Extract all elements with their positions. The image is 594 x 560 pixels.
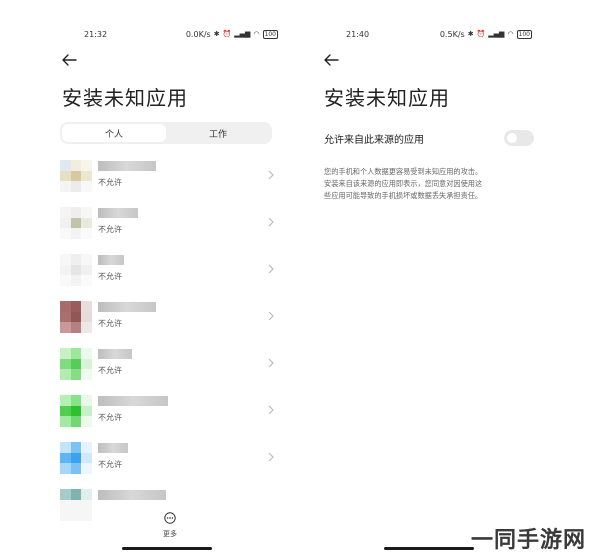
right-screen: 21:40 0.5K/s ✱ ⏰ ▂▄▆ ◠ 100 安装未知应用 允许来自此来… bbox=[312, 22, 544, 552]
chevron-right-icon bbox=[268, 452, 274, 462]
app-name-redacted bbox=[98, 396, 168, 406]
app-name-redacted bbox=[98, 349, 132, 359]
toggle-knob bbox=[507, 133, 517, 143]
app-permission-status: 不允许 bbox=[98, 319, 122, 328]
more-icon bbox=[164, 512, 176, 524]
allow-source-row[interactable]: 允许来自此来源的应用 bbox=[324, 126, 534, 150]
watermark-logo: 一同手游网 bbox=[470, 528, 586, 553]
app-permission-status: 不允许 bbox=[98, 272, 122, 281]
app-list-item[interactable]: 不允许 bbox=[60, 438, 276, 485]
wifi-icon: ◠ bbox=[507, 30, 514, 38]
app-name-redacted bbox=[98, 208, 138, 218]
app-icon bbox=[60, 207, 92, 239]
back-arrow-icon[interactable] bbox=[322, 52, 340, 68]
app-icon bbox=[60, 254, 92, 286]
more-label: 更多 bbox=[163, 530, 177, 538]
app-permission-status: 不允许 bbox=[98, 225, 122, 234]
battery-icon: 100 bbox=[516, 30, 532, 39]
app-name-redacted bbox=[98, 490, 166, 500]
app-name-redacted bbox=[98, 161, 156, 171]
left-screen: 21:32 0.0K/s ✱ ⏰ ▂▄▆ ◠ 100 安装未知应用 个人 工作 … bbox=[50, 22, 290, 552]
app-name-redacted bbox=[98, 302, 156, 312]
home-indicator[interactable] bbox=[384, 547, 474, 550]
app-icon bbox=[60, 301, 92, 333]
status-time: 21:40 bbox=[346, 30, 370, 39]
chevron-right-icon bbox=[268, 170, 274, 180]
app-icon bbox=[60, 489, 92, 521]
page-title: 安装未知应用 bbox=[324, 86, 450, 110]
net-speed: 0.5K/s bbox=[439, 30, 465, 39]
tab-personal[interactable]: 个人 bbox=[62, 124, 166, 142]
chevron-right-icon bbox=[268, 405, 274, 415]
app-list-item[interactable]: 不允许 bbox=[60, 344, 276, 391]
alarm-icon: ⏰ bbox=[476, 30, 486, 38]
app-list-item[interactable]: 不允许 bbox=[60, 297, 276, 344]
chevron-right-icon bbox=[268, 217, 274, 227]
warning-description: 您的手机和个人数据更容易受到未知应用的攻击。 安装来自该来源的应用即表示，您同意… bbox=[324, 166, 534, 202]
home-indicator[interactable] bbox=[122, 547, 212, 550]
bluetooth-icon: ✱ bbox=[467, 30, 474, 38]
allow-source-toggle[interactable] bbox=[504, 130, 534, 146]
warning-line: 些应用可能导致的手机损坏或数据丢失承担责任。 bbox=[324, 191, 483, 200]
signal-icon: ▂▄▆ bbox=[488, 30, 505, 38]
back-arrow-icon[interactable] bbox=[60, 52, 78, 68]
warning-line: 您的手机和个人数据更容易受到未知应用的攻击。 bbox=[324, 167, 483, 176]
page-title: 安装未知应用 bbox=[62, 86, 188, 110]
app-icon bbox=[60, 395, 92, 427]
alarm-icon: ⏰ bbox=[222, 30, 232, 38]
app-permission-status: 不允许 bbox=[98, 366, 122, 375]
app-list: 不允许 不允许 不允许 不允许 不允许 不允许 不允许 bbox=[60, 156, 276, 532]
app-permission-status: 不允许 bbox=[98, 413, 122, 422]
chevron-right-icon bbox=[268, 264, 274, 274]
status-time: 21:32 bbox=[84, 30, 108, 39]
warning-line: 安装来自该来源的应用即表示，您同意对因使用这 bbox=[324, 179, 483, 188]
app-icon bbox=[60, 348, 92, 380]
app-permission-status: 不允许 bbox=[98, 178, 122, 187]
app-list-item[interactable]: 不允许 bbox=[60, 156, 276, 203]
app-list-item[interactable]: 不允许 bbox=[60, 250, 276, 297]
status-bar: 21:32 0.0K/s ✱ ⏰ ▂▄▆ ◠ 100 bbox=[50, 30, 290, 44]
bluetooth-icon: ✱ bbox=[213, 30, 220, 38]
app-permission-status: 不允许 bbox=[98, 460, 122, 469]
app-icon bbox=[60, 160, 92, 192]
status-bar: 21:40 0.5K/s ✱ ⏰ ▂▄▆ ◠ 100 bbox=[312, 30, 544, 44]
net-speed: 0.0K/s bbox=[185, 30, 211, 39]
app-name-redacted bbox=[98, 255, 124, 265]
signal-icon: ▂▄▆ bbox=[234, 30, 251, 38]
battery-icon: 100 bbox=[262, 30, 278, 39]
tab-work[interactable]: 工作 bbox=[166, 124, 270, 142]
app-list-item[interactable]: 不允许 bbox=[60, 391, 276, 438]
wifi-icon: ◠ bbox=[253, 30, 260, 38]
app-list-item[interactable]: 不允许 bbox=[60, 203, 276, 250]
app-icon bbox=[60, 442, 92, 474]
app-name-redacted bbox=[98, 443, 128, 453]
more-button[interactable]: 更多 bbox=[158, 509, 182, 539]
chevron-right-icon bbox=[268, 311, 274, 321]
allow-source-label: 允许来自此来源的应用 bbox=[324, 135, 424, 146]
chevron-right-icon bbox=[268, 358, 274, 368]
profile-tabs: 个人 工作 bbox=[60, 122, 272, 144]
